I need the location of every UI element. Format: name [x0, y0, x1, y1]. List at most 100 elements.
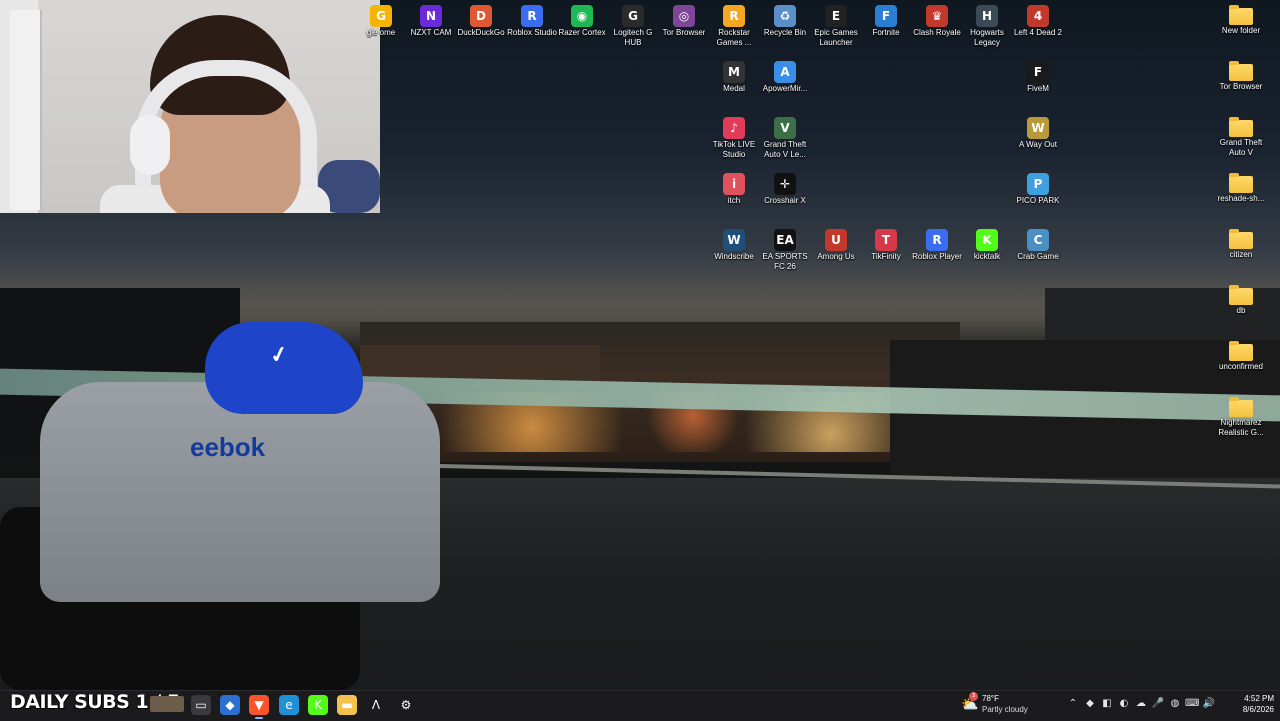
crab-game-icon: C: [1027, 229, 1049, 251]
desktop-folder[interactable]: citizen: [1216, 229, 1266, 260]
crosshair-x-icon: ✛: [774, 173, 796, 195]
rockstar-games-icon: R: [723, 5, 745, 27]
desktop-shortcut[interactable]: R Roblox Player: [912, 229, 962, 262]
desktop-shortcut-label: Tor Browser: [662, 28, 706, 37]
tray-app-icon-3[interactable]: ◐: [1117, 697, 1131, 711]
desktop-shortcut[interactable]: H Hogwarts Legacy: [962, 5, 1012, 48]
volume-icon[interactable]: 🔊: [1202, 697, 1216, 711]
folder-icon: [1229, 341, 1253, 361]
desktop-shortcut-label: Roblox Player: [912, 252, 962, 261]
desktop-shortcut[interactable]: ♛ Clash Royale: [912, 5, 962, 38]
desktop-shortcut-label: Roblox Studio: [507, 28, 557, 37]
duckduckgo-icon: D: [470, 5, 492, 27]
desktop-shortcut-label: DuckDuckGo: [457, 28, 505, 37]
desktop-shortcut[interactable]: N NZXT CAM: [406, 5, 456, 38]
desktop-shortcut[interactable]: F FiveM: [1013, 61, 1063, 94]
desktop-shortcut[interactable]: ♪ TikTok LIVE Studio: [709, 117, 759, 160]
desktop-shortcut[interactable]: D DuckDuckGo: [456, 5, 506, 38]
desktop-shortcut[interactable]: EA EA SPORTS FC 26: [760, 229, 810, 272]
roblox-studio-icon: R: [521, 5, 543, 27]
desktop-shortcut[interactable]: W Windscribe: [709, 229, 759, 262]
desktop-shortcut[interactable]: WA Way Out: [1013, 117, 1063, 150]
weather-temp: 78°F: [982, 694, 999, 703]
desktop-shortcut[interactable]: E Epic Games Launcher: [811, 5, 861, 48]
weather-widget[interactable]: ⛅ 3 78°F Partly cloudy: [960, 692, 1050, 718]
desktop-shortcut-label: PICO PARK: [1016, 196, 1060, 205]
brave-browser-icon[interactable]: ▼: [249, 695, 269, 719]
desktop-folder[interactable]: unconfirmed: [1216, 341, 1266, 372]
desktop-shortcut-label: FiveM: [1027, 84, 1049, 93]
google-chrome-icon: G: [370, 5, 392, 27]
left4dead2-icon: 4: [1027, 5, 1049, 27]
blue-ski-mask: [205, 322, 363, 414]
desktop-shortcut-label: Clash Royale: [913, 28, 961, 37]
desktop-shortcut[interactable]: P PICO PARK: [1013, 173, 1063, 206]
kick-icon[interactable]: K: [308, 695, 328, 715]
desktop-shortcut[interactable]: R Roblox Studio: [507, 5, 557, 38]
desktop-shortcut-label: itch: [727, 196, 741, 205]
microphone-icon[interactable]: 🎤: [1151, 697, 1165, 711]
desktop-folder[interactable]: New folder: [1216, 5, 1266, 36]
folder-icon: [1229, 285, 1253, 305]
desktop-shortcut[interactable]: ✛ Crosshair X: [760, 173, 810, 206]
desktop-shortcut[interactable]: A ApowerMir...: [760, 61, 810, 94]
network-icon[interactable]: ◍: [1168, 697, 1182, 711]
desktop-folder[interactable]: Grand Theft Auto V: [1216, 117, 1266, 158]
settings-icon[interactable]: ⚙: [396, 695, 416, 715]
windscribe-icon: W: [723, 229, 745, 251]
desktop-shortcut-label: TikFinity: [871, 252, 901, 261]
folder-icon: [1229, 229, 1253, 249]
desktop-folder-label: unconfirmed: [1218, 362, 1264, 371]
keyboard-icon[interactable]: ⌨: [1185, 697, 1199, 711]
epic-games-icon: E: [825, 5, 847, 27]
desktop-folder[interactable]: Nightmarez Realistic G...: [1216, 397, 1266, 438]
desktop-folder-label: db: [1236, 306, 1246, 315]
desktop-shortcut-label: Crosshair X: [764, 196, 806, 205]
desktop-shortcut[interactable]: 4 Left 4 Dead 2: [1013, 5, 1063, 38]
desktop-shortcut[interactable]: Ggle ome: [356, 5, 406, 38]
edge-browser-icon[interactable]: e: [279, 695, 299, 715]
task-view-icon[interactable]: ▭: [191, 695, 211, 715]
desktop-shortcut-label: A Way Out: [1019, 140, 1057, 149]
desktop-shortcut[interactable]: C Crab Game: [1013, 229, 1063, 262]
desktop-shortcut-label: Rockstar Games ...: [716, 28, 752, 47]
desktop-shortcut[interactable]: i itch: [709, 173, 759, 206]
desktop-shortcut[interactable]: ♻ Recycle Bin: [760, 5, 810, 38]
pico-park-icon: P: [1027, 173, 1049, 195]
desktop-folder-label: citizen: [1229, 250, 1253, 259]
fivem-taskbar-icon[interactable]: Λ: [366, 695, 386, 715]
desktop-shortcut-label: NZXT CAM: [410, 28, 452, 37]
tor-browser-icon: ◎: [673, 5, 695, 27]
desktop-shortcut[interactable]: ◎ Tor Browser: [659, 5, 709, 38]
itch-icon: i: [723, 173, 745, 195]
tray-app-icon-1[interactable]: ◆: [1083, 697, 1097, 711]
daily-subs-bar: [150, 696, 184, 712]
desktop-shortcut-label: Windscribe: [714, 252, 754, 261]
desktop-shortcut[interactable]: R Rockstar Games ...: [709, 5, 759, 48]
show-hidden-icons[interactable]: ⌃: [1066, 697, 1080, 711]
desktop-shortcut[interactable]: M Medal: [709, 61, 759, 94]
desktop-shortcut[interactable]: F Fortnite: [861, 5, 911, 38]
desktop-shortcut-label: Fortnite: [872, 28, 900, 37]
desktop-shortcut[interactable]: Kkicktalk: [962, 229, 1012, 262]
desktop-shortcut-label: gle ome: [366, 28, 396, 37]
desktop-folder[interactable]: db: [1216, 285, 1266, 316]
desktop-shortcut[interactable]: U Among Us: [811, 229, 861, 262]
taskbar-clock[interactable]: 4:52 PM 8/6/2026: [1228, 693, 1274, 715]
webcam-door: [10, 10, 42, 210]
desktop-shortcut[interactable]: ◉ Razer Cortex: [557, 5, 607, 38]
desktop-shortcut[interactable]: V Grand Theft Auto V Le...: [760, 117, 810, 160]
desktop-folder-label: Nightmarez Realistic G...: [1218, 418, 1264, 437]
file-explorer-icon[interactable]: ▬: [337, 695, 357, 715]
clash-royale-icon: ♛: [926, 5, 948, 27]
kicktalk-icon: K: [976, 229, 998, 251]
desktop-shortcut[interactable]: G Logitech G HUB: [608, 5, 658, 48]
desktop-shortcut[interactable]: T TikFinity: [861, 229, 911, 262]
ea-fc-icon: EA: [774, 229, 796, 251]
tray-app-icon-2[interactable]: ◧: [1100, 697, 1114, 711]
desktop-folder[interactable]: reshade-sh...: [1216, 173, 1266, 204]
tikfinity-icon: T: [875, 229, 897, 251]
copilot-icon[interactable]: ◆: [220, 695, 240, 715]
onedrive-icon[interactable]: ☁: [1134, 697, 1148, 711]
desktop-folder[interactable]: Tor Browser: [1216, 61, 1266, 92]
